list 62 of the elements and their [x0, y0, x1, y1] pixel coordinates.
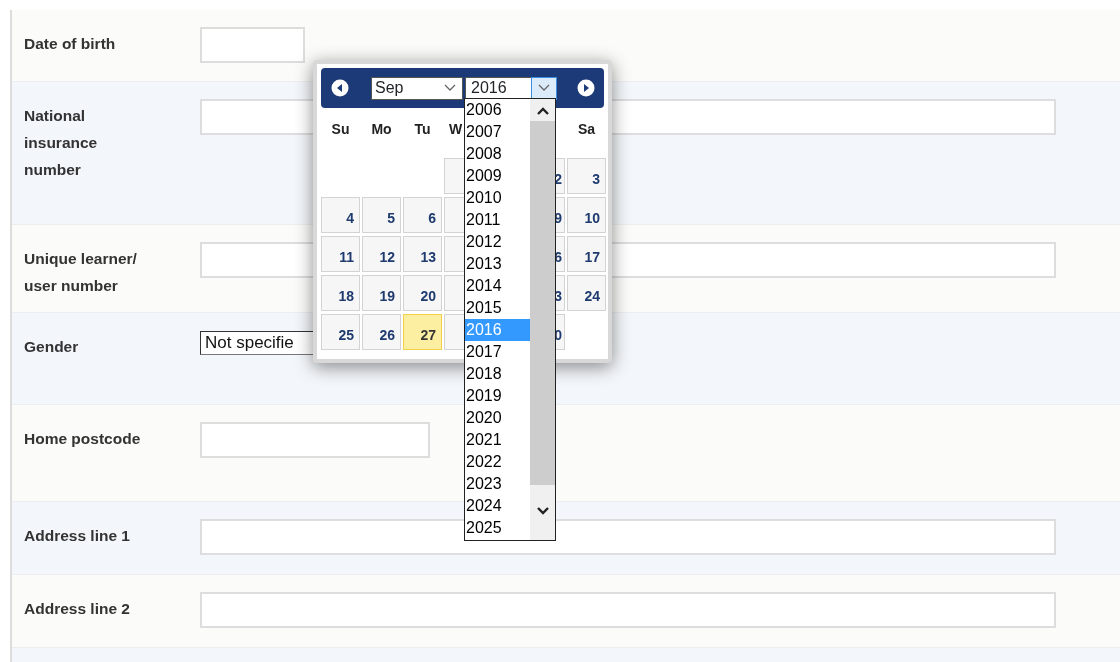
- next-month-icon[interactable]: [577, 79, 595, 97]
- weekday-label: Mo: [370, 120, 393, 139]
- year-select[interactable]: 2016: [465, 76, 557, 100]
- year-option[interactable]: 2023: [465, 473, 530, 495]
- year-option[interactable]: 2009: [465, 165, 530, 187]
- month-select[interactable]: Sep: [371, 76, 463, 100]
- scroll-down-icon: [536, 507, 549, 515]
- day-cell[interactable]: 26: [362, 314, 401, 350]
- year-option[interactable]: 2022: [465, 451, 530, 473]
- day-cell[interactable]: 24: [567, 275, 606, 311]
- year-option[interactable]: 2013: [465, 253, 530, 275]
- day-cell[interactable]: 11: [321, 236, 360, 272]
- year-option[interactable]: 2011: [465, 209, 530, 231]
- year-option[interactable]: 2017: [465, 341, 530, 363]
- dropdown-button[interactable]: [531, 76, 557, 100]
- scroll-up-icon: [536, 107, 549, 115]
- text-field[interactable]: [200, 519, 1056, 555]
- day-cell[interactable]: 19: [362, 275, 401, 311]
- year-option[interactable]: 2010: [465, 187, 530, 209]
- field-label: Address line 2: [24, 599, 130, 619]
- day-cell[interactable]: 20: [403, 275, 442, 311]
- year-option[interactable]: 2012: [465, 231, 530, 253]
- weekday-label: Sa: [576, 120, 597, 139]
- day-cell[interactable]: 12: [362, 236, 401, 272]
- chevron-down-icon: [444, 84, 456, 92]
- day-cell[interactable]: 10: [567, 197, 606, 233]
- year-option[interactable]: 2018: [465, 363, 530, 385]
- day-cell[interactable]: 13: [403, 236, 442, 272]
- field-label: Home postcode: [24, 429, 141, 449]
- year-option[interactable]: 2008: [465, 143, 530, 165]
- year-option[interactable]: 2014: [465, 275, 530, 297]
- day-cell[interactable]: 4: [321, 197, 360, 233]
- year-option[interactable]: 2021: [465, 429, 530, 451]
- text-field[interactable]: [200, 27, 305, 63]
- day-cell[interactable]: 6: [403, 197, 442, 233]
- previous-month-icon[interactable]: [331, 79, 349, 97]
- day-cell[interactable]: 25: [321, 314, 360, 350]
- day-cell[interactable]: 17: [567, 236, 606, 272]
- day-cell[interactable]: 27: [403, 314, 442, 350]
- year-option[interactable]: 2025: [465, 517, 530, 539]
- field-label: Address line 1: [24, 526, 130, 546]
- scrollbar[interactable]: [530, 99, 555, 540]
- year-option[interactable]: 2007: [465, 121, 530, 143]
- year-value: 2016: [470, 78, 508, 98]
- year-option[interactable]: 2015: [465, 297, 530, 319]
- day-cell[interactable]: 5: [362, 197, 401, 233]
- field-label: Gender: [24, 337, 79, 357]
- text-field[interactable]: [200, 592, 1056, 628]
- field-label: National insurance number: [24, 106, 99, 180]
- year-option[interactable]: 2024: [465, 495, 530, 517]
- chevron-down-icon: [538, 84, 550, 92]
- year-option[interactable]: 2020: [465, 407, 530, 429]
- field-label: Date of birth: [24, 34, 116, 54]
- field-label: Unique learner/ user number: [24, 249, 138, 296]
- month-value: Sep: [375, 78, 404, 98]
- text-field[interactable]: [200, 422, 430, 458]
- year-option[interactable]: 2006: [465, 99, 530, 121]
- year-option[interactable]: 2019: [465, 385, 530, 407]
- day-cell[interactable]: 18: [321, 275, 360, 311]
- weekday-label: Tu: [413, 120, 432, 139]
- day-cell[interactable]: 3: [567, 158, 606, 194]
- weekday-label: Su: [330, 120, 351, 139]
